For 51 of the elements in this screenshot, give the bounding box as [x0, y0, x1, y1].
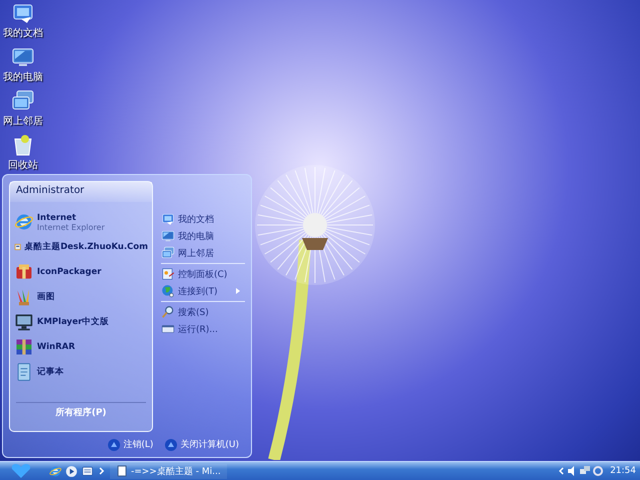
run-window-icon: [161, 322, 175, 336]
log-off-button[interactable]: 注销(L): [108, 438, 154, 451]
place-item[interactable]: 搜索(S): [178, 306, 209, 318]
program-name: 画图: [37, 291, 55, 303]
monitor-icon: [161, 229, 175, 243]
program-item[interactable]: Internet Internet Explorer: [14, 212, 148, 232]
program-name: Internet: [37, 212, 78, 222]
network-icon[interactable]: [580, 466, 590, 476]
desktop-icon-label[interactable]: 我的电脑: [3, 70, 43, 84]
desktop-icon-label[interactable]: 我的文档: [3, 26, 43, 40]
monitor-icon: [14, 312, 34, 332]
place-item[interactable]: 连接到(T): [178, 284, 218, 298]
chevron-icon[interactable]: [99, 467, 105, 475]
books-stack-icon: [14, 337, 34, 357]
shut-down-button[interactable]: 关闭计算机(U): [165, 438, 239, 451]
submenu-arrow-icon: [234, 288, 241, 294]
program-name: KMPlayer中文版: [37, 316, 110, 328]
media-player-icon: [65, 464, 78, 478]
program-name: 桌酷主题Desk.ZhuoKu.Com: [24, 241, 148, 253]
chevron-icon[interactable]: [558, 467, 564, 475]
search-icon: [161, 305, 175, 319]
document-icon: [116, 465, 128, 477]
power-icon: [108, 438, 120, 450]
globe-icon: [161, 284, 175, 298]
taskbar-window-button[interactable]: -=>>桌酷主题 - Mi...: [110, 464, 227, 478]
program-name: 记事本: [37, 366, 64, 378]
power-icon: [165, 438, 178, 450]
network-icon: [161, 246, 175, 260]
user-name: Administrator: [10, 182, 152, 202]
tray-app-icon[interactable]: [593, 466, 604, 476]
program-subtitle: Internet Explorer: [37, 222, 105, 232]
place-item[interactable]: 我的电脑: [178, 230, 214, 242]
place-item[interactable]: 控制面板(C): [178, 268, 228, 280]
control-panel-icon: [161, 267, 175, 281]
program-name: WinRAR: [37, 342, 76, 352]
program-item[interactable]: IconPackager: [14, 262, 148, 282]
program-item[interactable]: 桌酷主题Desk.ZhuoKu.Com: [14, 237, 148, 257]
program-item[interactable]: WinRAR: [14, 337, 148, 357]
place-item[interactable]: 我的文档: [178, 212, 214, 226]
browser-e-icon: [49, 464, 62, 478]
place-item[interactable]: 运行(R)...: [178, 322, 218, 336]
desktop-icon: [81, 464, 94, 478]
desktop-icon-label[interactable]: 网上邻居: [3, 114, 43, 128]
program-name: IconPackager: [37, 267, 102, 277]
desktop-icon-label[interactable]: 回收站: [8, 158, 38, 172]
program-item[interactable]: 记事本: [14, 362, 148, 382]
program-item[interactable]: KMPlayer中文版: [14, 312, 148, 332]
clock: 21:54: [609, 466, 636, 476]
program-item[interactable]: 画图: [14, 287, 148, 307]
browser-e-icon: [14, 212, 34, 232]
place-item[interactable]: 网上邻居: [178, 246, 214, 260]
